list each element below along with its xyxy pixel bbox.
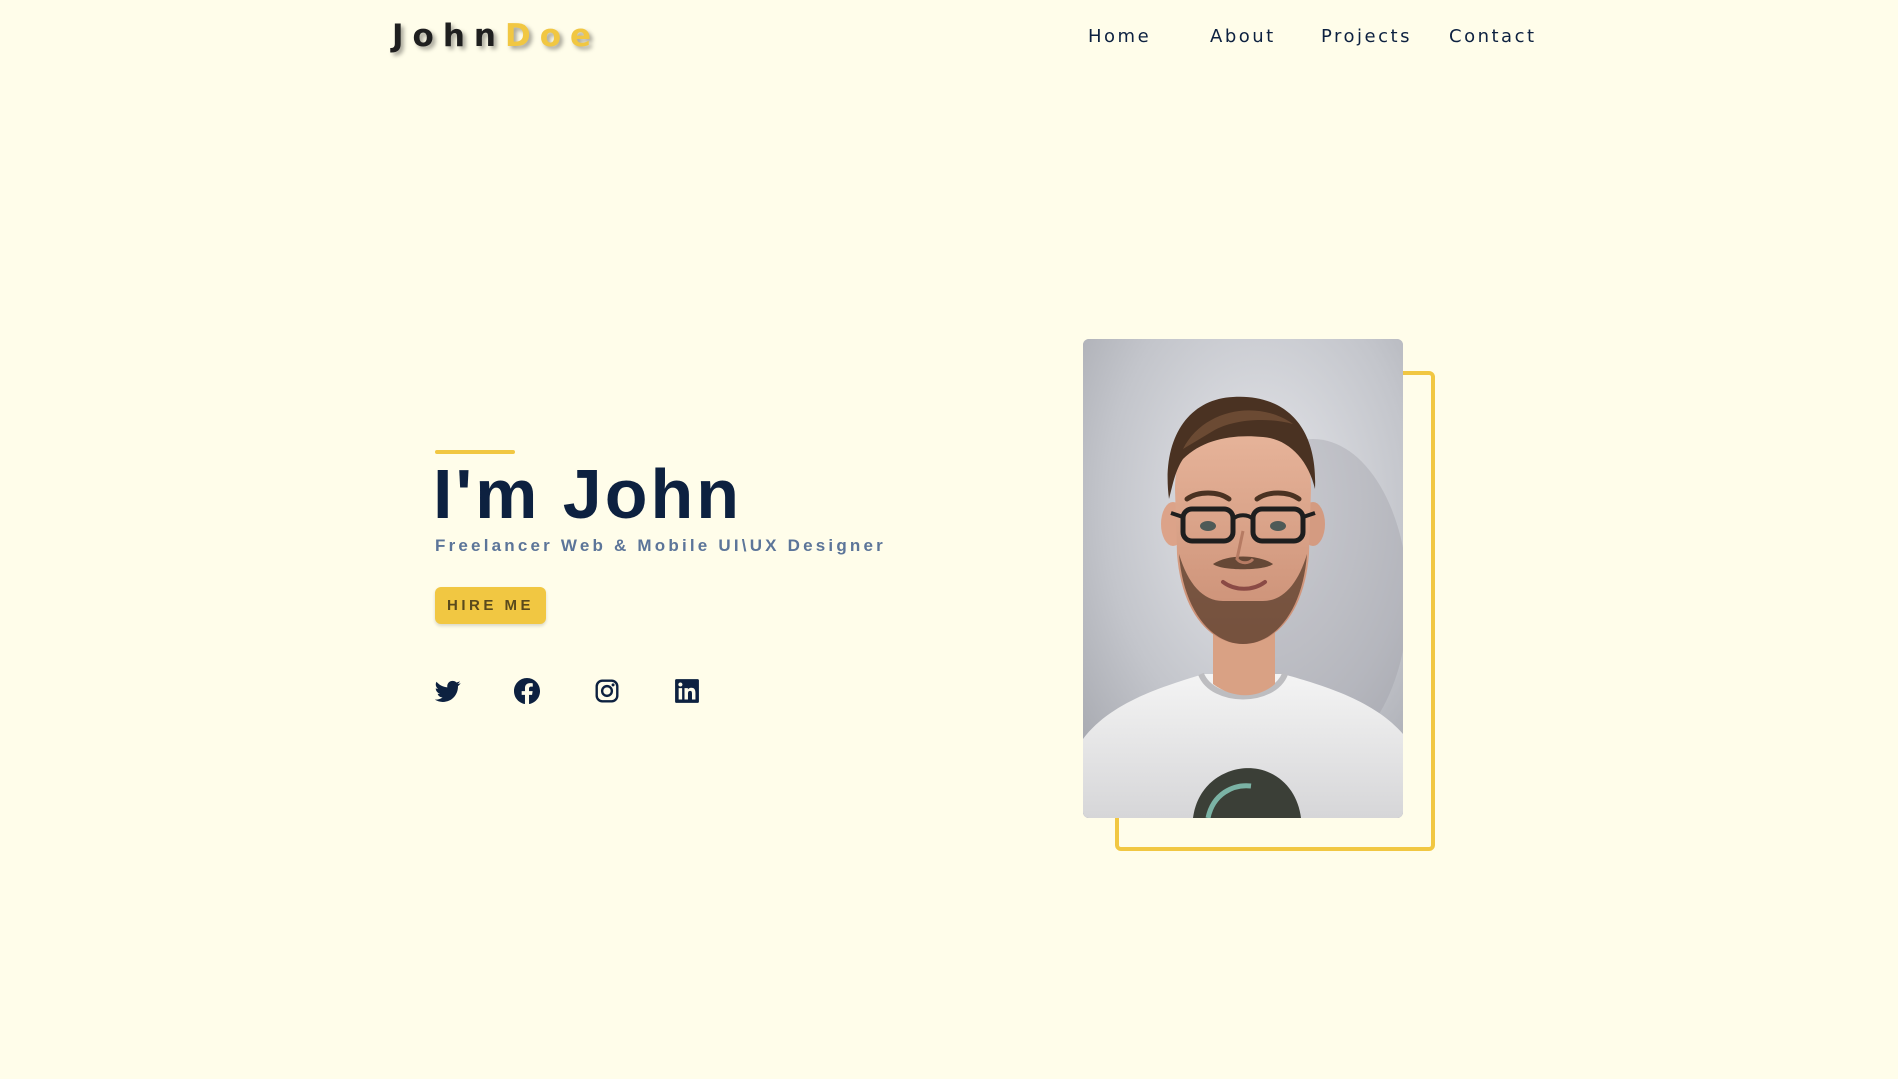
instagram-link[interactable] xyxy=(594,678,620,704)
nav-home[interactable]: Home xyxy=(1088,26,1210,47)
nav-projects[interactable]: Projects xyxy=(1321,26,1449,47)
portfolio-page: JohnDoe Home About Projects Contact I'm … xyxy=(0,0,1898,1079)
twitter-icon xyxy=(435,678,461,704)
facebook-link[interactable] xyxy=(514,678,540,704)
linkedin-icon xyxy=(674,678,700,704)
logo-last-name: Doe xyxy=(504,18,601,54)
nav-about[interactable]: About xyxy=(1210,26,1321,47)
hero-subtitle: Freelancer Web & Mobile UI\UX Designer xyxy=(435,536,886,555)
twitter-link[interactable] xyxy=(435,678,461,704)
linkedin-link[interactable] xyxy=(674,678,700,704)
facebook-icon xyxy=(514,678,540,704)
hire-me-button[interactable]: HIRE ME xyxy=(435,587,546,624)
profile-photo xyxy=(1083,339,1403,818)
logo-first-name: John xyxy=(392,18,505,54)
main-nav: Home About Projects Contact xyxy=(1088,26,1549,47)
instagram-icon xyxy=(594,678,620,704)
nav-contact[interactable]: Contact xyxy=(1449,26,1549,47)
hero-title: I'm John xyxy=(433,455,742,533)
site-logo[interactable]: JohnDoe xyxy=(392,18,600,54)
